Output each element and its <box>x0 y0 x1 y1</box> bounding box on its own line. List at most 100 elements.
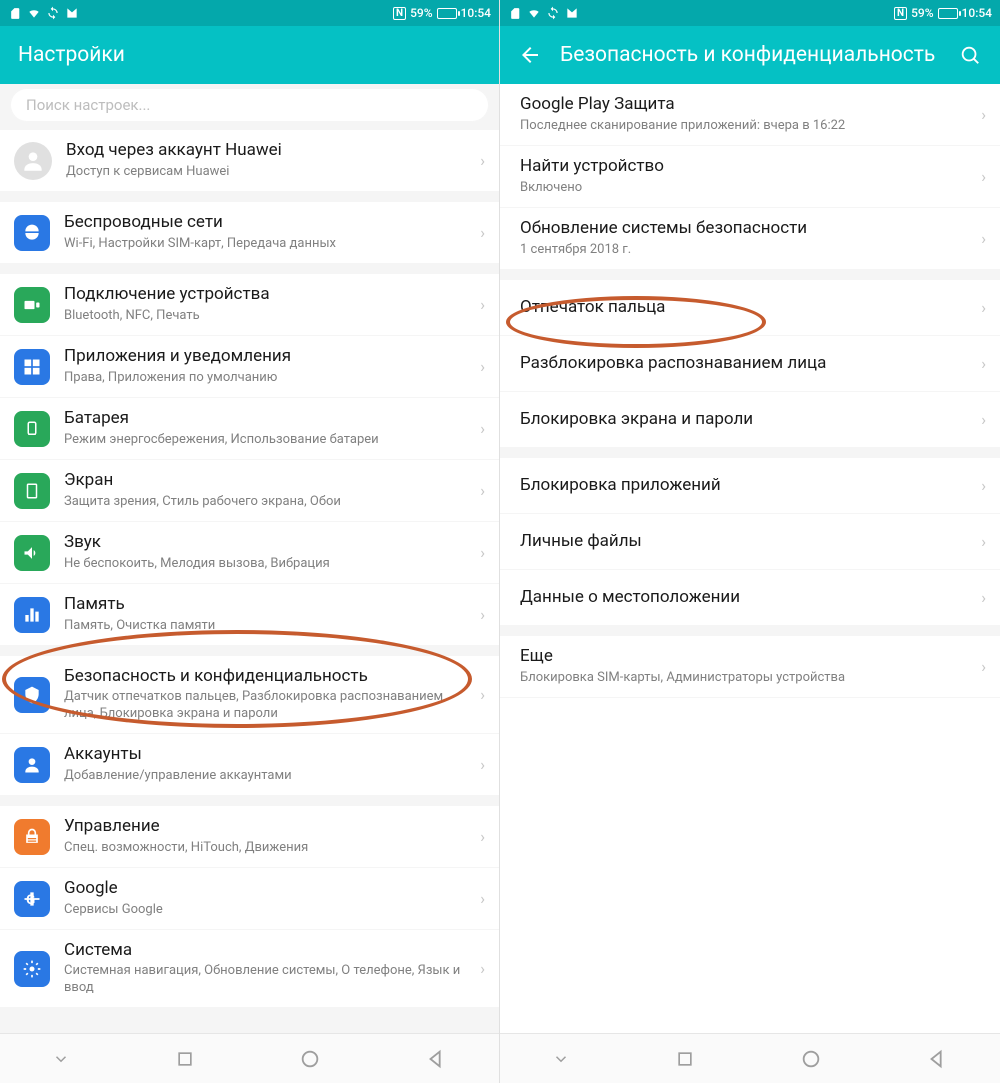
row-title: Аккаунты <box>64 744 472 765</box>
mail-icon <box>565 6 579 20</box>
settings-row[interactable]: GGoogleСервисы Google› <box>0 868 499 930</box>
chevron-right-icon: › <box>480 223 485 242</box>
chevron-right-icon: › <box>981 105 986 124</box>
chevron-right-icon: › <box>981 167 986 186</box>
security-row[interactable]: Обновление системы безопасности 1 сентябр… <box>500 208 1000 270</box>
chevron-right-icon: › <box>480 481 485 500</box>
row-title: Подключение устройства <box>64 284 472 305</box>
row-title: Обновление системы безопасности <box>520 218 973 239</box>
settings-row[interactable]: ЗвукНе беспокоить, Мелодия вызова, Вибра… <box>0 522 499 584</box>
row-sub: Включено <box>520 180 973 197</box>
huawei-account-row[interactable]: Вход через аккаунт Huawei Доступ к серви… <box>0 130 499 192</box>
row-sub: Последнее сканирование приложений: вчера… <box>520 118 973 135</box>
navbar <box>0 1033 499 1083</box>
row-title: Блокировка приложений <box>520 475 973 496</box>
security-row[interactable]: Данные о местоположении› <box>500 570 1000 626</box>
row-title: Отпечаток пальца <box>520 297 973 318</box>
mail-icon <box>65 6 79 20</box>
security-row[interactable]: ЕщеБлокировка SIM-карты, Администраторы … <box>500 636 1000 698</box>
security-row[interactable]: Разблокировка распознаванием лица› <box>500 336 1000 392</box>
search-icon[interactable] <box>958 43 982 67</box>
page-title: Безопасность и конфиденциальность <box>560 43 940 67</box>
settings-row[interactable]: БатареяРежим энергосбережения, Использов… <box>0 398 499 460</box>
status-bar: N 59% 10:54 <box>0 0 499 26</box>
settings-header: Настройки <box>0 26 499 84</box>
row-icon <box>14 287 50 323</box>
row-sub: 1 сентября 2018 г. <box>520 242 973 259</box>
nav-expand-icon[interactable] <box>52 1050 70 1068</box>
security-row[interactable]: Личные файлы› <box>500 514 1000 570</box>
row-icon <box>14 215 50 251</box>
row-title: Управление <box>64 816 472 837</box>
row-icon <box>14 473 50 509</box>
settings-row[interactable]: Экран Защита зрения, Стиль рабочего экран… <box>0 460 499 522</box>
status-bar: N 59% 10:54 <box>500 0 1000 26</box>
sync-icon <box>546 6 560 20</box>
svg-text:G: G <box>26 893 35 908</box>
status-time: 10:54 <box>461 6 491 20</box>
row-title: Звук <box>64 532 472 553</box>
search-input[interactable]: Поиск настроек... <box>10 88 489 122</box>
security-row[interactable]: Отпечаток пальца› <box>500 280 1000 336</box>
row-sub: Сервисы Google <box>64 902 472 919</box>
chevron-right-icon: › <box>981 229 986 248</box>
security-row[interactable]: Google Play Защита Последнее сканирование… <box>500 84 1000 146</box>
row-title: Вход через аккаунт Huawei <box>66 140 472 161</box>
row-title: Еще <box>520 646 973 667</box>
row-title: Экран <box>64 470 472 491</box>
settings-row[interactable]: Приложения и уведомленияПрава, Приложени… <box>0 336 499 398</box>
settings-list[interactable]: Поиск настроек... Вход через аккаунт Hua… <box>0 84 499 1033</box>
chevron-right-icon: › <box>480 889 485 908</box>
nav-expand-icon[interactable] <box>552 1050 570 1068</box>
chevron-right-icon: › <box>480 827 485 846</box>
settings-row[interactable]: СистемаСистемная навигация, Обновление с… <box>0 930 499 1008</box>
row-icon <box>14 951 50 987</box>
row-sub: Wi-Fi, Настройки SIM-карт, Передача данн… <box>64 236 472 253</box>
settings-row[interactable]: ПамятьПамять, Очистка памяти› <box>0 584 499 646</box>
settings-row[interactable]: Подключение устройстваBluetooth, NFC, Пе… <box>0 274 499 336</box>
battery-pct: 59% <box>911 6 933 20</box>
row-sub: Память, Очистка памяти <box>64 618 472 635</box>
sim-icon <box>508 6 522 20</box>
nav-home-icon[interactable] <box>800 1048 822 1070</box>
row-icon <box>14 535 50 571</box>
battery-icon <box>437 8 457 19</box>
security-list[interactable]: Google Play Защита Последнее сканирование… <box>500 84 1000 1033</box>
avatar-icon <box>14 142 52 180</box>
security-row[interactable]: Блокировка экрана и пароли› <box>500 392 1000 448</box>
chevron-right-icon: › <box>981 532 986 551</box>
battery-pct: 59% <box>410 6 432 20</box>
nav-back-icon[interactable] <box>425 1048 447 1070</box>
row-icon <box>14 819 50 855</box>
nav-back-icon[interactable] <box>926 1048 948 1070</box>
security-row[interactable]: Найти устройство Включено › <box>500 146 1000 208</box>
chevron-right-icon: › <box>981 588 986 607</box>
row-title: Найти устройство <box>520 156 973 177</box>
row-sub: Права, Приложения по умолчанию <box>64 370 472 387</box>
chevron-right-icon: › <box>480 151 485 170</box>
nav-recents-icon[interactable] <box>674 1048 696 1070</box>
security-header: Безопасность и конфиденциальность <box>500 26 1000 84</box>
settings-row[interactable]: АккаунтыДобавление/управление аккаунтами… <box>0 734 499 796</box>
settings-row[interactable]: Безопасность и конфиденциальностьДатчик … <box>0 656 499 734</box>
settings-row[interactable]: Беспроводные сетиWi-Fi, Настройки SIM-ка… <box>0 202 499 264</box>
nfc-icon: N <box>894 7 907 20</box>
security-row[interactable]: Блокировка приложений › <box>500 458 1000 514</box>
chevron-right-icon: › <box>981 476 986 495</box>
row-sub: Защита зрения, Стиль рабочего экрана, Об… <box>64 494 472 511</box>
nav-home-icon[interactable] <box>299 1048 321 1070</box>
row-title: Google Play Защита <box>520 94 973 115</box>
wifi-icon <box>27 6 41 20</box>
row-sub: Системная навигация, Обновление системы,… <box>64 963 472 997</box>
row-icon <box>14 597 50 633</box>
phone-right: N 59% 10:54 Безопасность и конфиденциаль… <box>500 0 1000 1083</box>
page-title: Настройки <box>18 43 481 67</box>
chevron-right-icon: › <box>981 657 986 676</box>
row-sub: Датчик отпечатков пальцев, Разблокировка… <box>64 689 472 723</box>
row-title: Система <box>64 940 472 961</box>
chevron-right-icon: › <box>480 685 485 704</box>
back-arrow-icon[interactable] <box>518 43 542 67</box>
settings-row[interactable]: УправлениеСпец. возможности, HiTouch, Дв… <box>0 806 499 868</box>
chevron-right-icon: › <box>480 419 485 438</box>
nav-recents-icon[interactable] <box>174 1048 196 1070</box>
